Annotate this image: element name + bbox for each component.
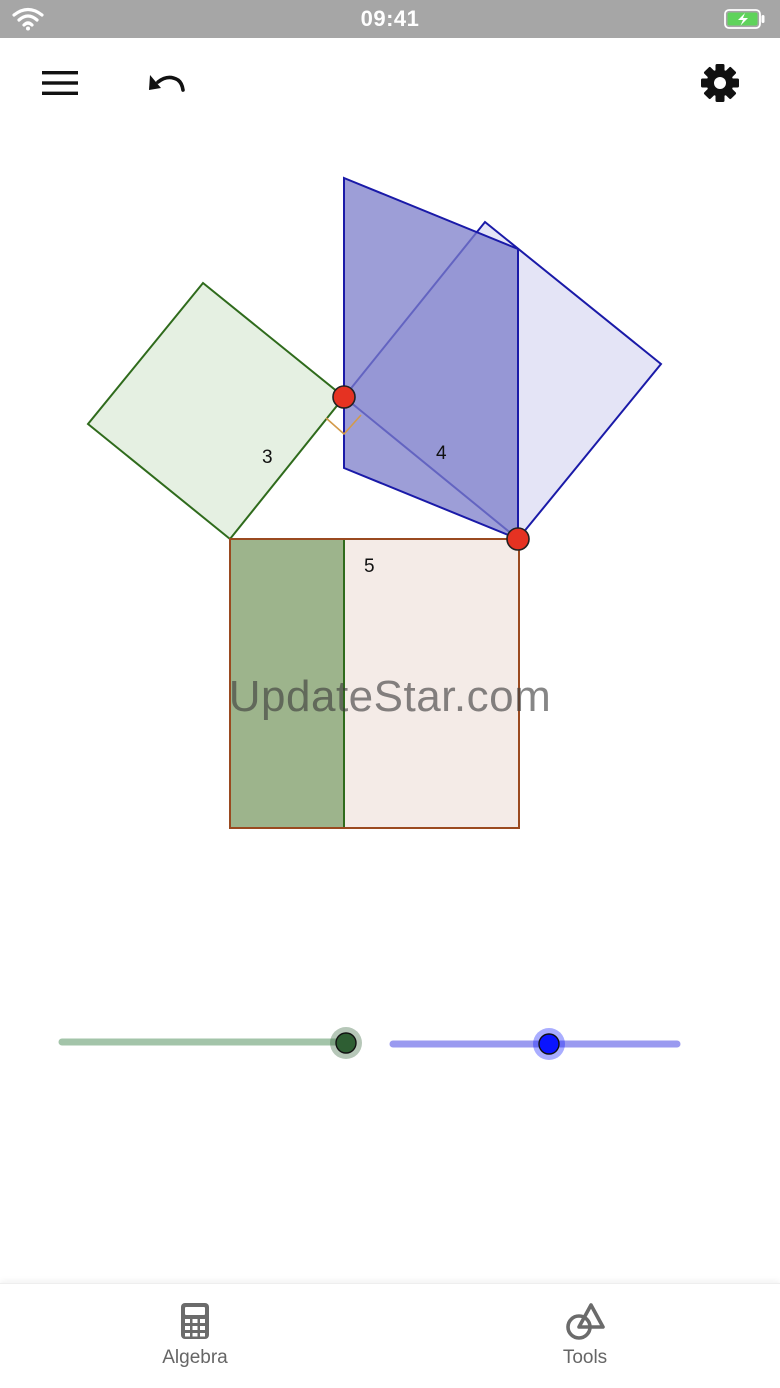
point-vertex-top[interactable] [332, 385, 356, 409]
label-side-b: 4 [436, 443, 447, 464]
shapes-tools-icon [566, 1303, 605, 1340]
point-vertex-right[interactable] [506, 527, 530, 551]
status-bar: 09:41 [0, 0, 780, 38]
green-slider-knob[interactable] [335, 1032, 357, 1054]
nav-algebra-label: Algebra [162, 1347, 228, 1368]
watermark-text: UpdateStar.com [228, 672, 552, 721]
nav-tools-label: Tools [562, 1347, 608, 1368]
square-side-a[interactable] [86, 281, 346, 541]
blue-slider-knob[interactable] [538, 1033, 560, 1055]
battery-charging-icon [724, 9, 765, 29]
label-side-a: 3 [262, 447, 273, 468]
label-side-c: 5 [364, 556, 375, 577]
nav-tools[interactable]: Tools [485, 1302, 685, 1369]
nav-algebra[interactable]: Algebra [95, 1302, 295, 1369]
status-time: 09:41 [360, 6, 420, 31]
bottom-nav: Algebra Tools [0, 1283, 780, 1388]
calculator-icon [181, 1303, 209, 1339]
geometry-canvas[interactable]: 3 4 5 [0, 38, 780, 1283]
